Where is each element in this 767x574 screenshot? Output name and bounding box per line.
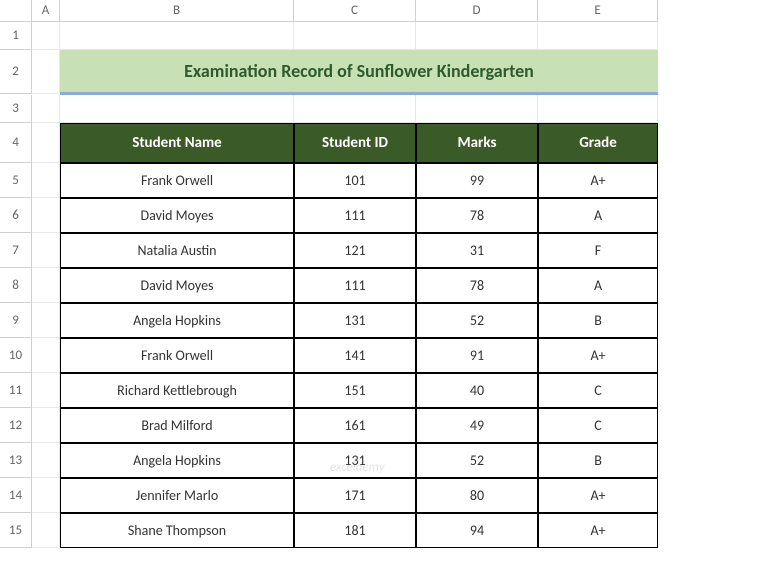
row-header-6[interactable]: 6	[0, 198, 32, 233]
cell-c3[interactable]	[294, 95, 416, 123]
row-header-10[interactable]: 10	[0, 338, 32, 373]
cell-marks[interactable]: 40	[416, 373, 538, 408]
cell-grade[interactable]: B	[538, 443, 658, 478]
cell-grade[interactable]: C	[538, 408, 658, 443]
row-header-7[interactable]: 7	[0, 233, 32, 268]
cell-grade[interactable]: B	[538, 303, 658, 338]
cell-name[interactable]: Frank Orwell	[60, 163, 294, 198]
cell-a14[interactable]	[32, 478, 60, 513]
cell-a2[interactable]	[32, 50, 60, 94]
select-all-corner[interactable]	[0, 0, 32, 22]
cell-name[interactable]: Natalia Austin	[60, 233, 294, 268]
cell-marks[interactable]: 80	[416, 478, 538, 513]
cell-a1[interactable]	[32, 22, 60, 50]
cell-id[interactable]: 161	[294, 408, 416, 443]
cell-a4[interactable]	[32, 123, 60, 163]
cell-id[interactable]: 181	[294, 513, 416, 548]
row-header-2[interactable]: 2	[0, 50, 32, 94]
cell-a11[interactable]	[32, 373, 60, 408]
cell-marks[interactable]: 78	[416, 198, 538, 233]
row-header-5[interactable]: 5	[0, 163, 32, 198]
row-header-3[interactable]: 3	[0, 95, 32, 123]
row-header-1[interactable]: 1	[0, 22, 32, 50]
cell-name[interactable]: Frank Orwell	[60, 338, 294, 373]
cell-name[interactable]: Shane Thompson	[60, 513, 294, 548]
cell-a6[interactable]	[32, 198, 60, 233]
cell-grade[interactable]: C	[538, 373, 658, 408]
cell-grade[interactable]: A+	[538, 163, 658, 198]
row-header-4[interactable]: 4	[0, 123, 32, 163]
cell-marks[interactable]: 94	[416, 513, 538, 548]
cell-name[interactable]: David Moyes	[60, 268, 294, 303]
cell-id[interactable]: 111	[294, 198, 416, 233]
cell-name[interactable]: Angela Hopkins	[60, 303, 294, 338]
header-student-id[interactable]: Student ID	[294, 123, 416, 163]
cell-a8[interactable]	[32, 268, 60, 303]
row-header-14[interactable]: 14	[0, 478, 32, 513]
row-header-13[interactable]: 13	[0, 443, 32, 478]
sheet-title[interactable]: Examination Record of Sunflower Kinderga…	[60, 50, 658, 95]
cell-grade[interactable]: A+	[538, 478, 658, 513]
cell-marks[interactable]: 91	[416, 338, 538, 373]
cell-d1[interactable]	[416, 22, 538, 50]
cell-marks[interactable]: 78	[416, 268, 538, 303]
cell-marks[interactable]: 31	[416, 233, 538, 268]
cell-id[interactable]: 101	[294, 163, 416, 198]
cell-id[interactable]: 151	[294, 373, 416, 408]
cell-grade[interactable]: A+	[538, 513, 658, 548]
cell-id[interactable]: 121	[294, 233, 416, 268]
cell-a15[interactable]	[32, 513, 60, 548]
cell-a13[interactable]	[32, 443, 60, 478]
header-student-name[interactable]: Student Name	[60, 123, 294, 163]
cell-b3[interactable]	[60, 95, 294, 123]
col-header-e[interactable]: E	[538, 0, 658, 22]
cell-grade[interactable]: A	[538, 198, 658, 233]
header-grade[interactable]: Grade	[538, 123, 658, 163]
row-header-12[interactable]: 12	[0, 408, 32, 443]
cell-marks[interactable]: 99	[416, 163, 538, 198]
cell-b1[interactable]	[60, 22, 294, 50]
cell-marks[interactable]: 52	[416, 303, 538, 338]
cell-id[interactable]: 171	[294, 478, 416, 513]
cell-name[interactable]: Brad Milford	[60, 408, 294, 443]
cell-name[interactable]: Richard Kettlebrough	[60, 373, 294, 408]
header-marks[interactable]: Marks	[416, 123, 538, 163]
cell-a7[interactable]	[32, 233, 60, 268]
cell-a3[interactable]	[32, 95, 60, 123]
cell-grade[interactable]: F	[538, 233, 658, 268]
cell-a9[interactable]	[32, 303, 60, 338]
cell-grade[interactable]: A+	[538, 338, 658, 373]
col-header-b[interactable]: B	[60, 0, 294, 22]
row-header-15[interactable]: 15	[0, 513, 32, 548]
row-header-9[interactable]: 9	[0, 303, 32, 338]
cell-marks[interactable]: 49	[416, 408, 538, 443]
cell-grade[interactable]: A	[538, 268, 658, 303]
cell-id[interactable]: 111	[294, 268, 416, 303]
cell-a12[interactable]	[32, 408, 60, 443]
col-header-c[interactable]: C	[294, 0, 416, 22]
cell-name[interactable]: Angela Hopkins	[60, 443, 294, 478]
cell-name[interactable]: Jennifer Marlo	[60, 478, 294, 513]
cell-marks[interactable]: 52	[416, 443, 538, 478]
row-header-11[interactable]: 11	[0, 373, 32, 408]
cell-e3[interactable]	[538, 95, 658, 123]
col-header-d[interactable]: D	[416, 0, 538, 22]
cell-a10[interactable]	[32, 338, 60, 373]
row-header-8[interactable]: 8	[0, 268, 32, 303]
cell-d3[interactable]	[416, 95, 538, 123]
cell-c1[interactable]	[294, 22, 416, 50]
cell-id[interactable]: 131	[294, 443, 416, 478]
cell-id[interactable]: 131	[294, 303, 416, 338]
cell-e1[interactable]	[538, 22, 658, 50]
cell-id[interactable]: 141	[294, 338, 416, 373]
spreadsheet-grid: A B C D E 1 2 Examination Record of Sunf…	[0, 0, 767, 548]
cell-a5[interactable]	[32, 163, 60, 198]
cell-name[interactable]: David Moyes	[60, 198, 294, 233]
col-header-a[interactable]: A	[32, 0, 60, 22]
